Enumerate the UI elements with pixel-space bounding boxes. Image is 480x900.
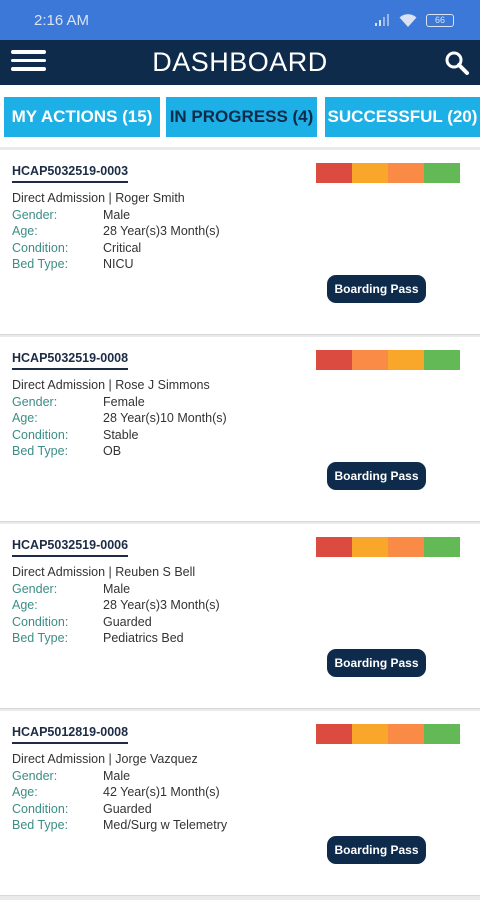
- priority-indicator: [316, 163, 460, 183]
- boarding-pass-button[interactable]: Boarding Pass: [327, 462, 426, 490]
- priority-segment: [388, 724, 424, 744]
- admission-card: HCAP5032519-0006 Direct Admission | Reub…: [0, 524, 480, 709]
- priority-segment: [424, 350, 460, 370]
- priority-segment: [316, 163, 352, 183]
- gender-value: Male: [103, 582, 131, 596]
- admission-summary: Direct Admission | Roger Smith: [12, 191, 185, 205]
- gender-value: Female: [103, 395, 145, 409]
- age-label: Age:: [12, 224, 38, 238]
- priority-segment: [316, 350, 352, 370]
- priority-segment: [352, 350, 388, 370]
- priority-segment: [388, 163, 424, 183]
- tab-bar: MY ACTIONS (15) IN PROGRESS (4) SUCCESSF…: [0, 85, 480, 147]
- tab-in-progress[interactable]: IN PROGRESS (4): [166, 97, 317, 137]
- admission-summary: Direct Admission | Rose J Simmons: [12, 378, 210, 392]
- bed-type-label: Bed Type:: [12, 818, 69, 832]
- age-value: 28 Year(s)3 Month(s): [103, 224, 220, 238]
- age-value: 28 Year(s)10 Month(s): [103, 411, 227, 425]
- gender-value: Male: [103, 208, 131, 222]
- admission-id-link[interactable]: HCAP5012819-0008: [12, 725, 129, 744]
- priority-segment: [388, 350, 424, 370]
- age-label: Age:: [12, 785, 38, 799]
- bed-type-value: OB: [103, 444, 122, 458]
- admission-id-link[interactable]: HCAP5032519-0003: [12, 164, 129, 183]
- condition-label: Condition:: [12, 802, 69, 816]
- battery-icon: 66: [426, 13, 454, 27]
- priority-segment: [424, 537, 460, 557]
- bed-type-label: Bed Type:: [12, 444, 69, 458]
- priority-indicator: [316, 724, 460, 744]
- gender-label: Gender:: [12, 582, 58, 596]
- bed-type-label: Bed Type:: [12, 631, 69, 645]
- search-icon[interactable]: [444, 50, 470, 76]
- priority-indicator: [316, 537, 460, 557]
- bed-type-value: Pediatrics Bed: [103, 631, 184, 645]
- gender-label: Gender:: [12, 769, 58, 783]
- app-bar: DASHBOARD: [0, 40, 480, 85]
- gender-label: Gender:: [12, 208, 58, 222]
- condition-label: Condition:: [12, 428, 69, 442]
- bed-type-label: Bed Type:: [12, 257, 69, 271]
- condition-label: Condition:: [12, 241, 69, 255]
- priority-segment: [352, 724, 388, 744]
- condition-value: Guarded: [103, 615, 152, 629]
- priority-segment: [424, 724, 460, 744]
- condition-value: Stable: [103, 428, 139, 442]
- age-label: Age:: [12, 598, 38, 612]
- condition-label: Condition:: [12, 615, 69, 629]
- admission-card: HCAP5032519-0008 Direct Admission | Rose…: [0, 337, 480, 522]
- priority-segment: [316, 724, 352, 744]
- tab-successful[interactable]: SUCCESSFUL (20): [325, 97, 480, 137]
- status-time: 2:16 AM: [34, 11, 90, 29]
- admission-card: HCAP5032519-0003 Direct Admission | Roge…: [0, 150, 480, 335]
- admission-summary: Direct Admission | Reuben S Bell: [12, 565, 196, 579]
- admission-card: HCAP5012819-0008 Direct Admission | Jorg…: [0, 711, 480, 896]
- priority-segment: [352, 163, 388, 183]
- wifi-icon: [399, 13, 417, 27]
- tab-my-actions[interactable]: MY ACTIONS (15): [4, 97, 160, 137]
- age-value: 28 Year(s)3 Month(s): [103, 598, 220, 612]
- gender-value: Male: [103, 769, 131, 783]
- boarding-pass-button[interactable]: Boarding Pass: [327, 275, 426, 303]
- boarding-pass-button[interactable]: Boarding Pass: [327, 649, 426, 677]
- priority-segment: [316, 537, 352, 557]
- admission-summary: Direct Admission | Jorge Vazquez: [12, 752, 198, 766]
- priority-indicator: [316, 350, 460, 370]
- priority-segment: [352, 537, 388, 557]
- boarding-pass-button[interactable]: Boarding Pass: [327, 836, 426, 864]
- condition-value: Critical: [103, 241, 142, 255]
- condition-value: Guarded: [103, 802, 152, 816]
- gender-label: Gender:: [12, 395, 58, 409]
- status-bar: 2:16 AM 66: [0, 0, 480, 40]
- signal-icon: [375, 14, 389, 26]
- admission-id-link[interactable]: HCAP5032519-0006: [12, 538, 129, 557]
- status-icons: 66: [374, 13, 454, 27]
- priority-segment: [424, 163, 460, 183]
- age-value: 42 Year(s)1 Month(s): [103, 785, 220, 799]
- age-label: Age:: [12, 411, 38, 425]
- priority-segment: [388, 537, 424, 557]
- bed-type-value: NICU: [103, 257, 134, 271]
- page-title: DASHBOARD: [152, 47, 328, 77]
- admission-id-link[interactable]: HCAP5032519-0008: [12, 351, 129, 370]
- bed-type-value: Med/Surg w Telemetry: [103, 818, 228, 832]
